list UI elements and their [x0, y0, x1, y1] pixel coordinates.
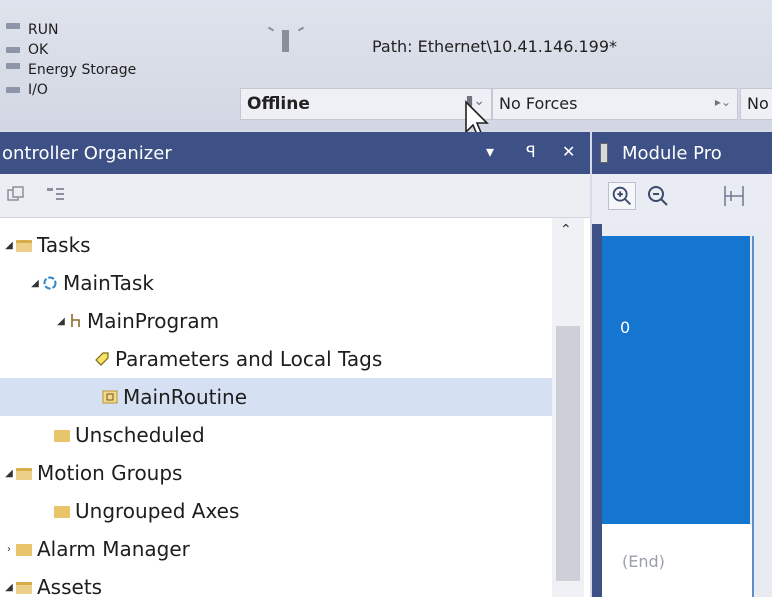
panel-menu-icon[interactable]: ▾	[486, 142, 494, 161]
module-title-bar[interactable]: Module Pro	[592, 132, 772, 174]
module-title: Module Pro	[622, 142, 722, 164]
ladder-toolbar	[592, 174, 772, 224]
organizer-title: ontroller Organizer	[2, 142, 172, 164]
organizer-tree: ◢ Tasks ◢ MainTask ◢ MainProgram Paramet…	[0, 218, 552, 597]
expand-toggle-icon[interactable]: ◢	[28, 278, 42, 289]
status-run: RUN	[6, 20, 136, 40]
tree-item-label: Parameters and Local Tags	[115, 347, 383, 371]
collapse-all-icon[interactable]	[6, 186, 26, 204]
zoom-in-icon[interactable]	[608, 182, 636, 210]
scrollbar-thumb[interactable]	[556, 326, 580, 581]
tree-item-ungrouped-axes[interactable]: Ungrouped Axes	[0, 492, 552, 530]
tree-item-label: Alarm Manager	[37, 537, 190, 561]
module-icon	[600, 143, 608, 163]
expand-toggle-icon[interactable]: ◢	[54, 316, 68, 327]
task-icon	[43, 276, 57, 290]
run-label: RUN	[28, 22, 59, 38]
tree-item-label: Tasks	[37, 233, 91, 257]
program-icon	[71, 314, 80, 327]
status-ok: OK	[6, 40, 136, 60]
status-energy-storage: Energy Storage	[6, 60, 136, 80]
expand-toggle-icon[interactable]: ◢	[2, 240, 16, 251]
ok-led-icon	[6, 47, 20, 53]
tree-item-mainroutine[interactable]: MainRoutine	[0, 378, 552, 416]
organizer-title-bar: ontroller Organizer ▾ ꟼ ✕	[0, 132, 590, 174]
organizer-toolbar	[0, 174, 590, 218]
tree-item-mainprogram[interactable]: ◢ MainProgram	[0, 302, 552, 340]
show-details-icon[interactable]	[46, 186, 66, 204]
rung-number: 0	[620, 318, 631, 337]
tree-item-label: MainRoutine	[123, 385, 248, 409]
tree-item-unscheduled[interactable]: Unscheduled	[0, 416, 552, 454]
tree-item-motion-groups[interactable]: ◢ Motion Groups	[0, 454, 552, 492]
forces-dropdown-arrow-icon[interactable]: ▸⌄	[715, 95, 731, 109]
forces-dropdown[interactable]: No Forces ▸⌄	[492, 88, 738, 120]
expand-toggle-icon[interactable]: ◢	[2, 582, 16, 593]
keyswitch-icon	[262, 22, 310, 60]
controller-organizer-panel: ontroller Organizer ▾ ꟼ ✕ ◢ Tasks ◢ Main…	[0, 132, 590, 597]
tree-item-label: MainProgram	[87, 309, 220, 333]
scroll-up-icon[interactable]: ⌃	[560, 222, 572, 238]
energy-storage-label: Energy Storage	[28, 62, 137, 78]
tree-item-parameters-and-local-tags[interactable]: Parameters and Local Tags	[0, 340, 552, 378]
edits-value: No	[747, 94, 769, 113]
rung-icon[interactable]	[720, 182, 748, 210]
folder-open-icon	[16, 582, 32, 594]
edits-dropdown[interactable]: No	[740, 88, 772, 120]
end-rung-label: (End)	[622, 552, 665, 571]
folder-open-icon	[16, 240, 32, 252]
tree-item-label: Ungrouped Axes	[75, 499, 240, 523]
tree-item-label: Motion Groups	[37, 461, 183, 485]
tree-item-label: MainTask	[63, 271, 154, 295]
close-icon[interactable]: ✕	[562, 142, 575, 161]
tree-item-label: Assets	[37, 575, 103, 597]
energy-storage-led-icon	[6, 63, 20, 69]
folder-icon	[54, 506, 70, 518]
tree-item-tasks[interactable]: ◢ Tasks	[0, 226, 552, 264]
tag-icon	[95, 352, 109, 366]
controller-mode-dropdown[interactable]: Offline ▮⌄	[240, 88, 492, 120]
controller-mode-value: Offline	[247, 94, 310, 114]
tree-item-label: Unscheduled	[75, 423, 205, 447]
ok-label: OK	[28, 42, 49, 58]
folder-icon	[54, 430, 70, 442]
expand-toggle-icon[interactable]: ◢	[2, 468, 16, 479]
folder-open-icon	[16, 468, 32, 480]
io-led-icon	[6, 87, 20, 93]
organizer-scrollbar[interactable]: ⌃	[552, 218, 584, 597]
tree-item-maintask[interactable]: ◢ MainTask	[0, 264, 552, 302]
ladder-right-rail	[752, 236, 754, 597]
controller-status-bar: RUN OK Energy Storage I/O Path: Ethernet…	[0, 0, 772, 139]
run-led-icon	[6, 23, 20, 29]
expand-toggle-icon[interactable]: ›	[2, 544, 16, 555]
io-label: I/O	[28, 82, 48, 98]
module-properties-panel: Module Pro 0 (End)	[592, 132, 772, 597]
forces-value: No Forces	[499, 94, 578, 113]
status-io: I/O	[6, 80, 136, 100]
communication-path[interactable]: Path: Ethernet\10.41.146.199*	[372, 37, 617, 56]
tree-item-alarm-manager[interactable]: › Alarm Manager	[0, 530, 552, 568]
routine-icon	[102, 390, 118, 404]
folder-icon	[16, 544, 32, 556]
status-indicators: RUN OK Energy Storage I/O	[6, 20, 136, 100]
tree-item-assets[interactable]: ◢ Assets	[0, 568, 552, 597]
zoom-out-icon[interactable]	[644, 182, 672, 210]
rung-0-selected[interactable]	[602, 236, 750, 524]
ladder-left-rail	[592, 224, 602, 597]
pin-icon[interactable]: ꟼ	[526, 142, 536, 161]
